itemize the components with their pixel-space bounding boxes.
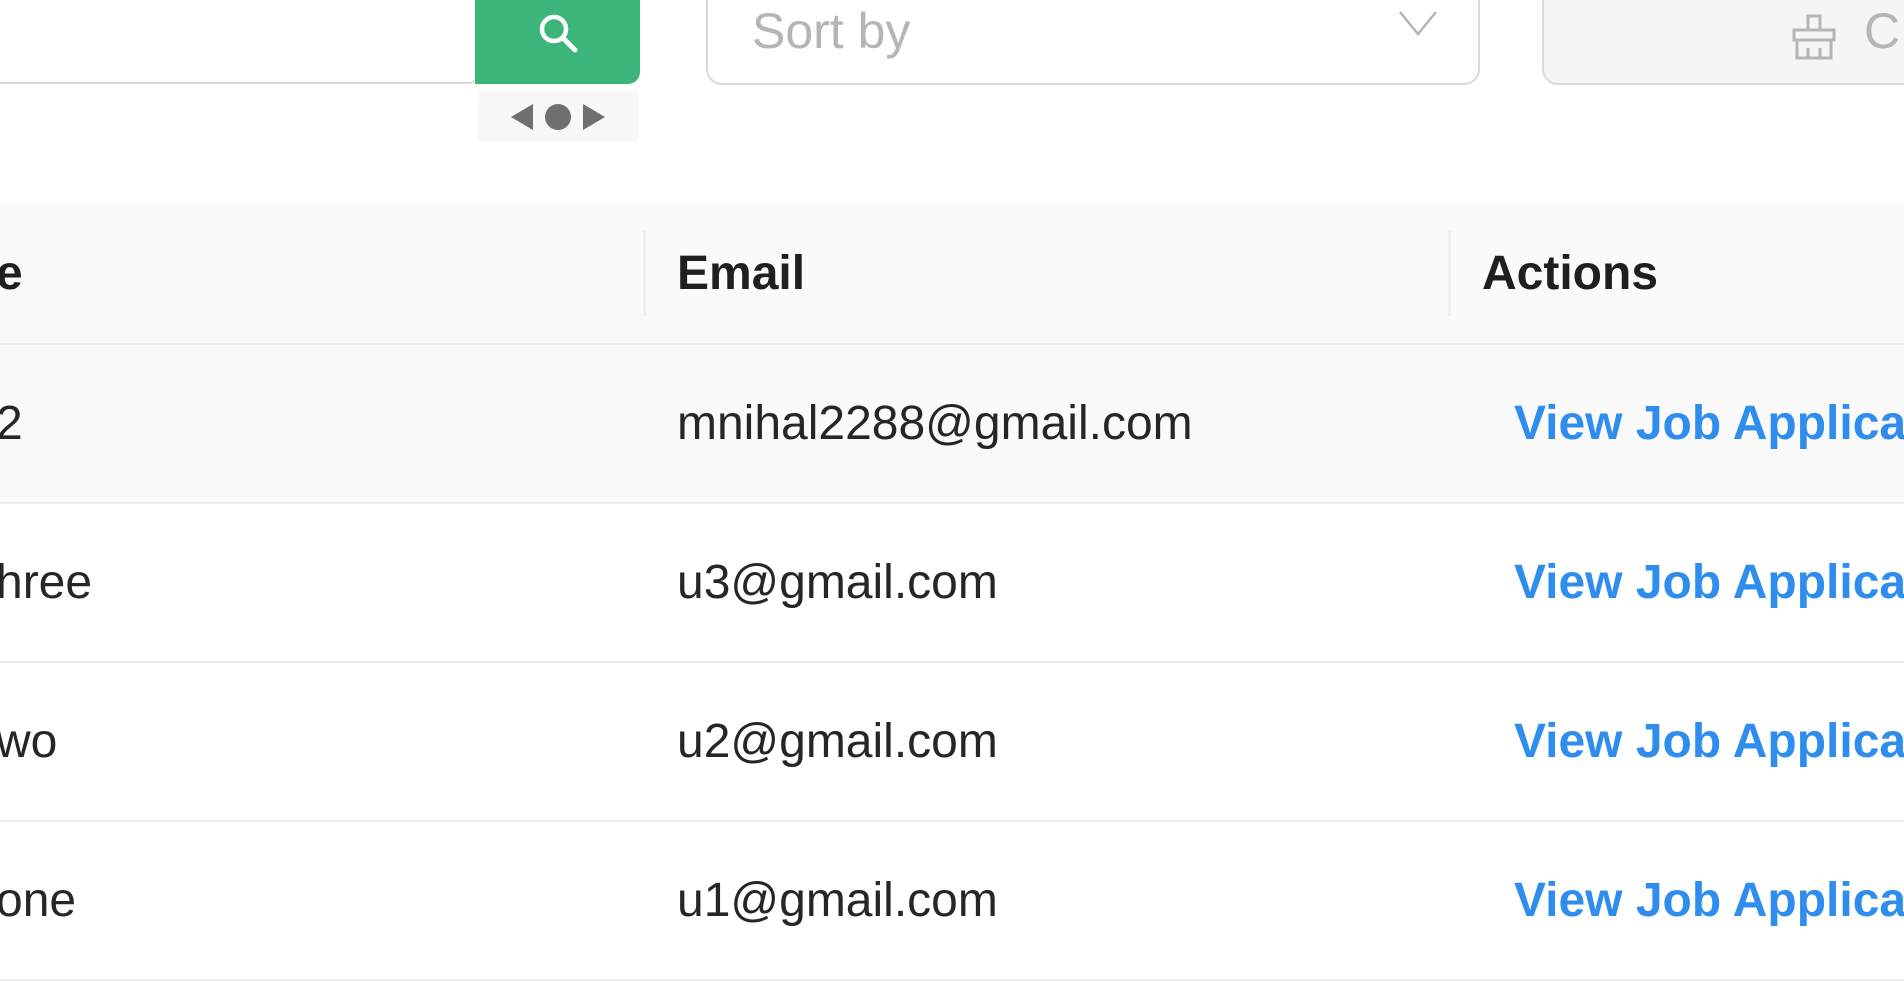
clear-button-label: C (1864, 3, 1901, 59)
table-row: 2 mnihal2288@gmail.com View Job Applicat… (0, 345, 1904, 504)
name-cell: one (0, 874, 77, 927)
column-divider (643, 231, 646, 316)
column-header-email[interactable]: Email (677, 203, 805, 343)
table-row: hree u3@gmail.com View Job Applicatio (0, 504, 1904, 663)
sort-by-placeholder: Sort by (752, 3, 911, 59)
column-header-name[interactable]: e (0, 203, 23, 343)
scroll-right-arrow-icon[interactable] (583, 104, 605, 130)
chevron-down-icon (1399, 11, 1437, 36)
table-row: one u1@gmail.com View Job Applicatio (0, 822, 1904, 981)
horizontal-scroll-handle[interactable] (478, 92, 638, 142)
column-divider (1448, 231, 1451, 316)
table-row: wo u2@gmail.com View Job Applicatio (0, 663, 1904, 822)
sort-by-select[interactable]: Sort by (706, 0, 1480, 85)
search-button[interactable] (475, 0, 640, 84)
scroll-dot-icon (545, 104, 571, 130)
view-job-applications-link[interactable]: View Job Applicatio (1514, 663, 1904, 820)
email-cell: u3@gmail.com (677, 556, 998, 609)
name-cell: 2 (0, 397, 23, 450)
name-cell: hree (0, 556, 93, 609)
users-table: e Email Actions 2 mnihal2288@gmail.com V… (0, 203, 1904, 981)
email-cell: u2@gmail.com (677, 715, 998, 768)
table-header: e Email Actions (0, 203, 1904, 345)
scroll-left-arrow-icon[interactable] (511, 104, 533, 130)
clear-icon (1792, 14, 1836, 60)
clear-button[interactable]: C (1542, 0, 1904, 85)
search-input[interactable] (0, 0, 480, 84)
view-job-applications-link[interactable]: View Job Applicatio (1514, 504, 1904, 661)
search-icon (539, 14, 577, 53)
email-cell: mnihal2288@gmail.com (677, 397, 1193, 450)
email-cell: u1@gmail.com (677, 874, 998, 927)
view-job-applications-link[interactable]: View Job Applicatio (1514, 822, 1904, 979)
column-header-actions: Actions (1482, 246, 1659, 300)
name-cell: wo (0, 715, 58, 768)
view-job-applications-link[interactable]: View Job Applicatio (1514, 345, 1904, 502)
